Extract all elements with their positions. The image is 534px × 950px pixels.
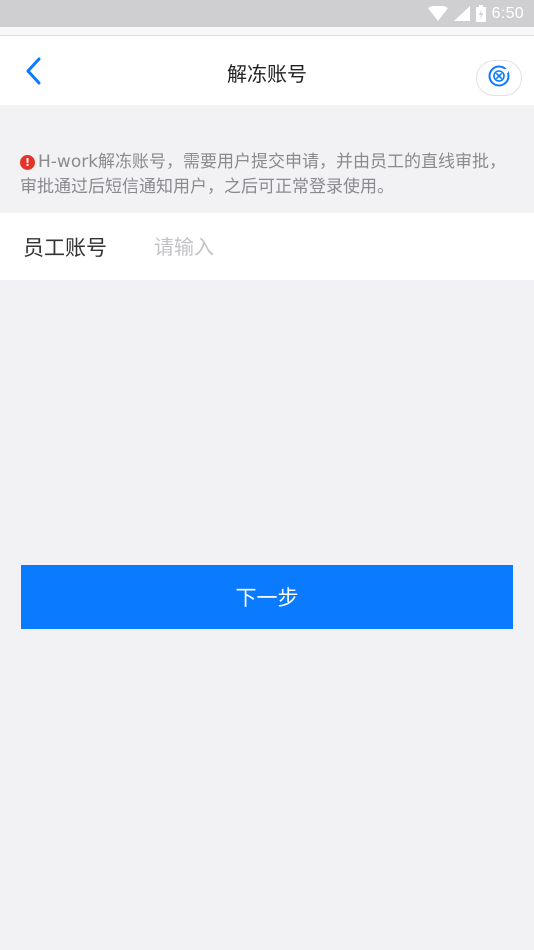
next-step-button[interactable]: 下一步 bbox=[21, 565, 513, 629]
warning-icon: ! bbox=[20, 155, 35, 170]
header-spacer bbox=[0, 27, 534, 35]
employee-account-row: 员工账号 bbox=[0, 213, 534, 280]
notice-message: ! H-work解冻账号，需要用户提交申请，并由员工的直线审批，审批通过后短信通知… bbox=[0, 150, 534, 200]
signal-icon bbox=[453, 6, 470, 21]
navigation-bar: 解冻账号 bbox=[0, 35, 534, 105]
notice-text: H-work解冻账号，需要用户提交申请，并由员工的直线审批，审批通过后短信通知用… bbox=[20, 152, 507, 197]
battery-icon bbox=[475, 5, 486, 22]
employee-account-label: 员工账号 bbox=[23, 235, 107, 260]
status-time: 6:50 bbox=[491, 4, 524, 22]
employee-account-input[interactable] bbox=[150, 226, 534, 267]
wifi-icon bbox=[427, 6, 448, 21]
status-bar: 6:50 bbox=[0, 0, 534, 27]
target-close-icon bbox=[487, 64, 511, 92]
page-title: 解冻账号 bbox=[227, 62, 307, 86]
close-action-button[interactable] bbox=[476, 60, 522, 96]
